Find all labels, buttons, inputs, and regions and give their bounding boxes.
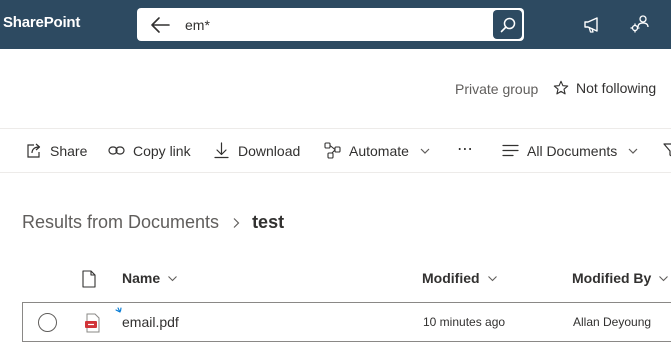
search-box[interactable]: em* — [137, 8, 524, 41]
pdf-file-icon — [85, 313, 100, 333]
column-header-modified[interactable]: Modified — [422, 270, 498, 286]
chevron-down-icon — [487, 275, 497, 281]
follow-label: Not following — [576, 80, 657, 96]
breadcrumb-current: test — [252, 212, 285, 232]
app-brand[interactable]: SharePoint — [3, 14, 80, 31]
copy-link-button[interactable]: Copy link — [108, 142, 191, 159]
search-icon — [500, 17, 515, 32]
share-button[interactable]: Share — [25, 142, 87, 159]
column-header-label: Modified — [422, 270, 480, 286]
back-arrow-icon[interactable] — [149, 14, 171, 36]
share-icon — [27, 143, 41, 158]
column-header-modified-by[interactable]: Modified By — [572, 270, 669, 286]
chevron-down-icon — [628, 148, 638, 154]
automate-label: Automate — [349, 142, 409, 159]
flow-icon — [324, 142, 341, 159]
view-selector[interactable]: All Documents — [502, 142, 639, 159]
link-icon — [108, 146, 125, 155]
filter-icon — [663, 143, 671, 157]
search-button[interactable] — [493, 10, 522, 39]
breadcrumb-parent[interactable]: Results from Documents — [22, 212, 219, 233]
more-actions-button[interactable]: ⋯ — [457, 139, 473, 159]
chevron-down-icon — [420, 148, 430, 154]
follow-button[interactable]: Not following — [553, 80, 656, 96]
command-bar: Share Copy link Download Automate ⋯ All … — [0, 129, 671, 173]
people-settings-icon[interactable] — [629, 13, 651, 35]
file-type-icon[interactable] — [82, 270, 96, 288]
download-button[interactable]: Download — [213, 142, 300, 159]
filter-button[interactable] — [663, 142, 671, 159]
copy-link-label: Copy link — [133, 142, 191, 159]
modified-cell: 10 minutes ago — [423, 315, 506, 329]
chevron-down-icon — [168, 275, 178, 281]
column-header-label: Name — [122, 270, 161, 286]
group-privacy-label: Private group — [455, 81, 539, 97]
table-row[interactable]: email.pdf 10 minutes ago Allan Deyoung — [22, 302, 671, 342]
breadcrumb: Results from Documents test — [22, 212, 284, 233]
row-select-radio[interactable] — [38, 313, 57, 332]
suite-bar: SharePoint em* — [0, 0, 671, 49]
automate-button[interactable]: Automate — [324, 142, 431, 159]
column-header-name[interactable]: Name — [122, 270, 178, 286]
download-icon — [214, 142, 229, 159]
star-icon — [553, 80, 569, 95]
modified-by-cell[interactable]: Allan Deyoung — [573, 315, 651, 329]
list-view-icon — [502, 144, 519, 157]
share-label: Share — [50, 142, 88, 159]
megaphone-icon[interactable] — [582, 13, 604, 35]
view-selector-label: All Documents — [527, 142, 618, 159]
chevron-right-icon — [233, 217, 240, 228]
file-name-link[interactable]: email.pdf — [122, 314, 179, 330]
search-input[interactable]: em* — [185, 17, 210, 33]
column-header-label: Modified By — [572, 270, 652, 286]
download-label: Download — [238, 142, 301, 159]
chevron-down-icon — [659, 275, 669, 281]
